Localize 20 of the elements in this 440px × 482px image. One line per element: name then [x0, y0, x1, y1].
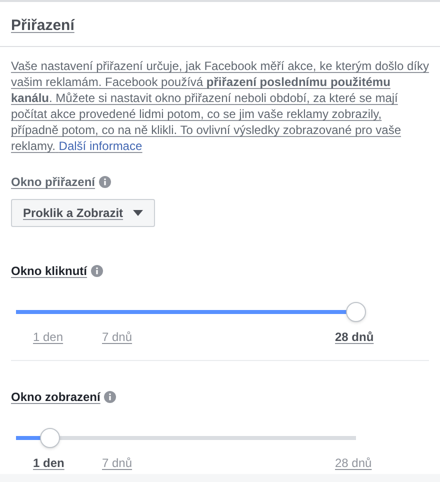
window-dropdown[interactable]: Proklik a Zobrazit — [11, 199, 156, 227]
slider-label: Okno zobrazení — [11, 389, 100, 406]
info-icon[interactable] — [104, 391, 116, 403]
slider-label: Okno kliknutí — [11, 263, 88, 280]
slider-stop-label[interactable]: 28 dnů — [335, 454, 372, 472]
slider-stop-label[interactable]: 28 dnů — [335, 328, 374, 346]
more-info-link[interactable]: Další informace — [58, 139, 142, 153]
slider-stop-label[interactable]: 1 den — [33, 454, 64, 472]
slider-stop-label[interactable]: 1 den — [33, 328, 64, 346]
info-icon[interactable] — [99, 176, 112, 188]
slider-thumb[interactable] — [40, 428, 60, 448]
field-label: Okno přiřazení — [11, 174, 96, 191]
slider-stop-label[interactable]: 7 dnů — [102, 454, 132, 472]
slider[interactable] — [16, 302, 366, 322]
section-title: Přiřazení — [11, 17, 74, 34]
caret-icon — [133, 210, 144, 216]
description-paragraph: Vaše nastavení přiřazení určuje, jak Facebook měří akce, ke kterým došlo díky vašim reklamám. Facebook používá přiřazení poslednímu použitému kanálu. Můžete si nastavit okno přiřazení neboli období, za které se mají počítat akce provedené lidmi potom, co se jim vaše reklamy zobrazily, případně potom, co na ně klikli. To ovlivní výsledky zobrazované pro vaše reklamy. Další informace — [11, 58, 430, 154]
slider-thumb[interactable] — [346, 302, 366, 322]
info-icon[interactable] — [91, 265, 104, 277]
slider-stop-label[interactable]: 7 dnů — [102, 328, 132, 346]
